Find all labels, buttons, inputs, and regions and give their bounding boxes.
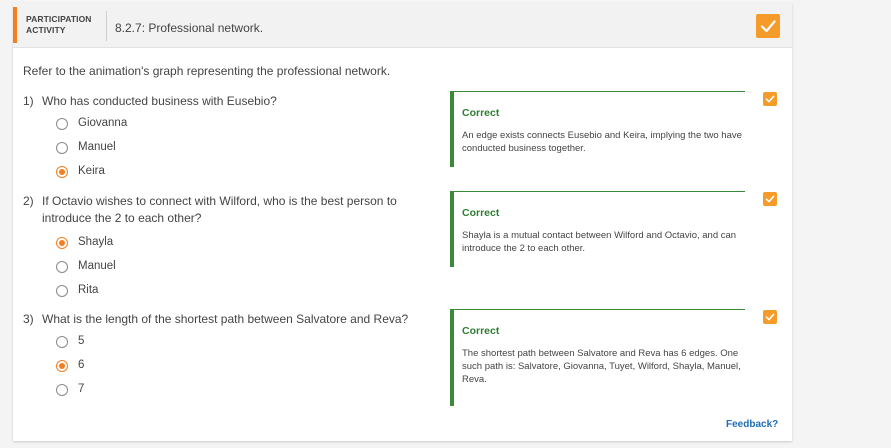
feedback-title: Correct xyxy=(462,107,500,119)
option-label: Keira xyxy=(78,165,105,177)
participation-activity-label: PARTICIPATION ACTIVITY xyxy=(26,14,92,36)
feedback-title: Correct xyxy=(462,325,500,337)
participation-label-line2: ACTIVITY xyxy=(26,25,66,35)
radio-button[interactable] xyxy=(56,261,68,273)
activity-title: 8.2.7: Professional network. xyxy=(115,21,264,35)
question-prompt: If Octavio wishes to connect with Wilfor… xyxy=(42,194,397,225)
question-2-check-icon xyxy=(763,192,777,206)
participation-activity-card: PARTICIPATION ACTIVITY 8.2.7: Profession… xyxy=(13,3,792,441)
question-1-feedback: Correct An edge exists connects Eusebio … xyxy=(450,91,745,167)
radio-button[interactable] xyxy=(56,142,68,154)
radio-button-selected[interactable] xyxy=(56,166,68,178)
feedback-title: Correct xyxy=(462,207,500,219)
question-prompt: What is the length of the shortest path … xyxy=(42,312,409,326)
question-2-feedback: Correct Shayla is a mutual contact betwe… xyxy=(450,191,745,267)
participation-label-line1: PARTICIPATION xyxy=(26,14,92,24)
radio-button[interactable] xyxy=(56,384,68,396)
question-1-check-icon xyxy=(763,92,777,106)
option-label: Manuel xyxy=(78,141,116,153)
option-label: Manuel xyxy=(78,260,116,272)
feedback-explanation: An edge exists connects Eusebio and Keir… xyxy=(462,130,742,154)
option-label: 5 xyxy=(78,335,85,347)
activity-header: PARTICIPATION ACTIVITY 8.2.7: Profession… xyxy=(13,3,792,48)
option-label: 6 xyxy=(78,359,85,371)
feedback-explanation: Shayla is a mutual contact between Wilfo… xyxy=(462,230,737,254)
activity-instructions: Refer to the animation's graph represent… xyxy=(23,64,391,78)
option-label: Rita xyxy=(78,284,99,296)
radio-button[interactable] xyxy=(56,285,68,297)
option-label: Shayla xyxy=(78,236,114,248)
feedback-link[interactable]: Feedback? xyxy=(726,419,778,430)
option-label: Giovanna xyxy=(78,117,128,129)
question-number: 2) xyxy=(23,194,34,208)
question-number: 1) xyxy=(23,94,34,108)
question-3-feedback: Correct The shortest path between Salvat… xyxy=(450,309,745,406)
option-label: 7 xyxy=(78,383,85,395)
feedback-explanation: The shortest path between Salvatore and … xyxy=(462,348,741,385)
question-number: 3) xyxy=(23,312,34,326)
header-divider xyxy=(106,11,107,41)
radio-button-selected[interactable] xyxy=(56,237,68,249)
radio-button[interactable] xyxy=(56,118,68,130)
header-accent-bar xyxy=(13,7,17,43)
question-3-check-icon xyxy=(763,310,777,324)
question-prompt: Who has conducted business with Eusebio? xyxy=(42,94,277,108)
radio-button-selected[interactable] xyxy=(56,360,68,372)
activity-complete-check-icon xyxy=(756,14,780,38)
radio-button[interactable] xyxy=(56,336,68,348)
